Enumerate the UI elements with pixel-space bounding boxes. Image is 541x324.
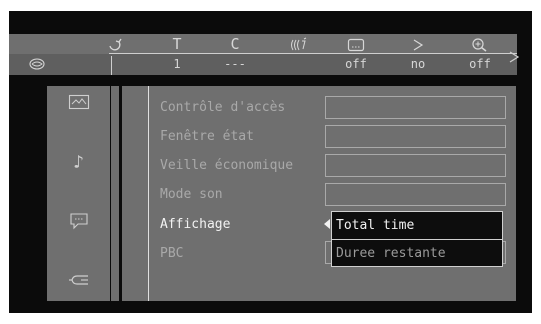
sidebar-item-language[interactable] [47,208,110,238]
sidebar-column-2 [122,86,141,301]
display-options-dropdown[interactable]: Total time Duree restante [331,211,503,267]
menu-divider [148,86,149,301]
sidebar-column-1 [111,86,119,301]
title-indicator-icon[interactable]: T [172,37,181,52]
value-box-status-window[interactable] [325,125,506,148]
menu-item-access-control[interactable]: Contrôle d'accès [160,100,285,116]
chapter-indicator-icon[interactable]: C [230,37,239,52]
status-arrow-line [109,53,517,54]
menu-item-status-window[interactable]: Fenêtre état [160,129,254,145]
title-value: 1 [173,57,181,71]
features-icon [68,272,90,292]
status-divider [111,56,112,75]
dropdown-option-total-time[interactable]: Total time [336,218,414,234]
selection-pointer-icon [324,219,330,229]
menu-item-eco-standby[interactable]: Veille économique [160,158,293,174]
subtitle-value: off [345,57,367,71]
angle-value: no [410,57,426,71]
disc-icon [28,57,46,73]
music-note-icon: ♪ [73,151,84,173]
menu-item-sound-mode[interactable]: Mode son [160,187,223,203]
menu-item-display[interactable]: Affichage [160,217,230,233]
status-bar: T C 1 --- off no off [9,34,520,75]
status-icons-row: T C [9,34,517,54]
chapter-value: --- [224,57,246,71]
sidebar-item-features[interactable] [47,267,110,297]
sidebar-item-picture[interactable] [47,89,110,119]
picture-icon [68,94,90,114]
dropdown-separator [332,239,502,240]
speech-bubble-icon [69,212,89,234]
category-sidebar: ♪ [47,86,110,301]
value-box-access-control[interactable] [325,96,506,119]
value-box-sound-mode[interactable] [325,183,506,206]
sidebar-item-sound[interactable]: ♪ [47,147,110,177]
arrow-right-icon [509,48,520,67]
value-box-eco-standby[interactable] [325,154,506,177]
status-values-row: 1 --- off no off [9,54,517,75]
dropdown-option-remaining[interactable]: Duree restante [336,246,446,262]
zoom-value: off [469,57,491,71]
menu-item-pbc[interactable]: PBC [160,246,183,262]
